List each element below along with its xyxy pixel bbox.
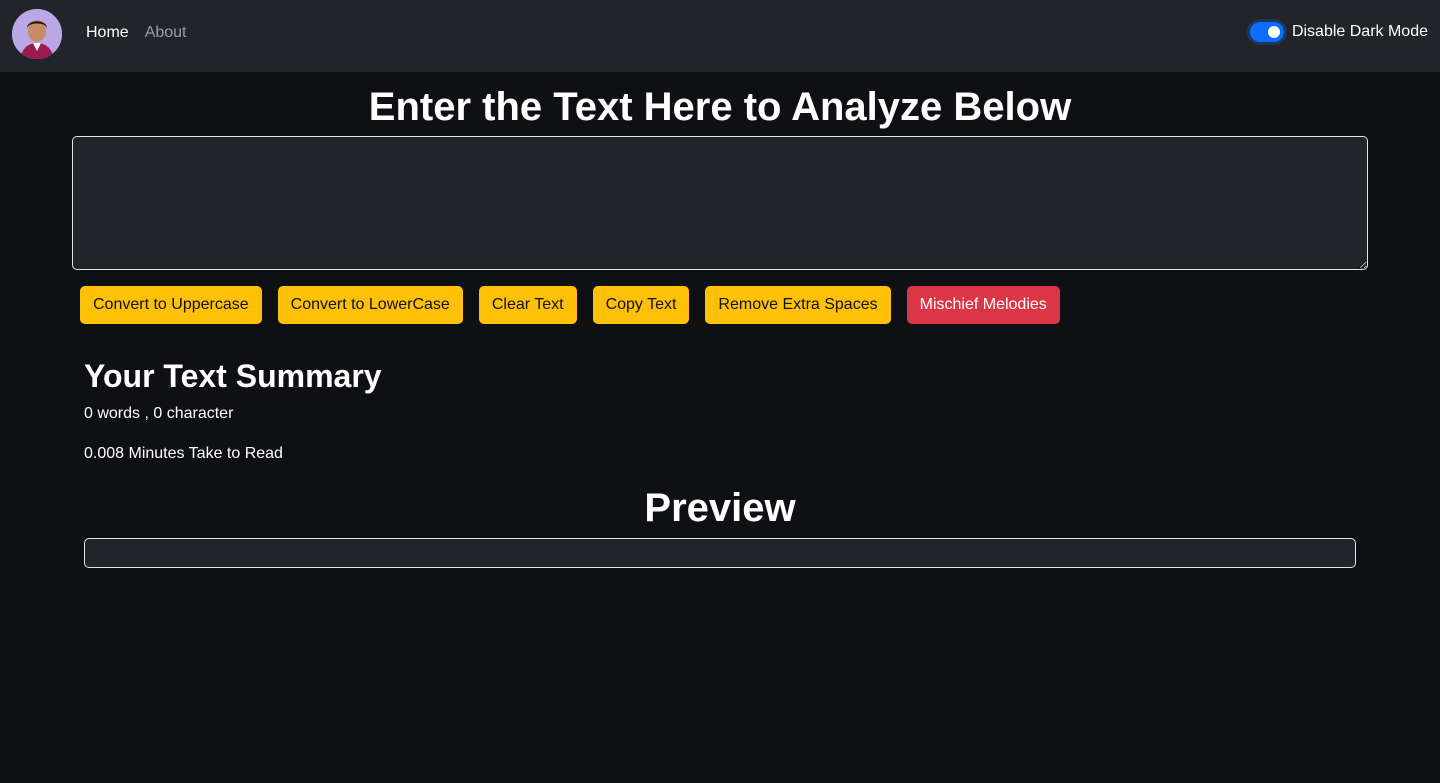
clear-text-button[interactable]: Clear Text bbox=[478, 286, 577, 324]
action-buttons: Convert to Uppercase Convert to LowerCas… bbox=[80, 286, 1060, 324]
dark-mode-switch: Disable Dark Mode bbox=[1249, 22, 1428, 42]
word-char-count: 0 words , 0 character bbox=[84, 405, 234, 422]
lowercase-button[interactable]: Convert to LowerCase bbox=[277, 286, 463, 324]
nav-link-home[interactable]: Home bbox=[86, 24, 129, 42]
read-time: 0.008 Minutes Take to Read bbox=[84, 445, 283, 462]
nav-link-about[interactable]: About bbox=[145, 24, 187, 42]
remove-spaces-button[interactable]: Remove Extra Spaces bbox=[705, 286, 891, 324]
preview-box bbox=[84, 538, 1356, 568]
navbar: Home About Disable Dark Mode bbox=[0, 0, 1440, 72]
preview-title: Preview bbox=[644, 486, 796, 530]
summary-title: Your Text Summary bbox=[84, 358, 382, 394]
toggle-knob bbox=[1267, 26, 1280, 38]
copy-text-button[interactable]: Copy Text bbox=[592, 286, 690, 324]
page-title: Enter the Text Here to Analyze Below bbox=[368, 85, 1072, 129]
text-input[interactable] bbox=[72, 136, 1368, 270]
dark-mode-toggle[interactable] bbox=[1249, 22, 1284, 42]
mischief-melodies-button[interactable]: Mischief Melodies bbox=[906, 286, 1060, 324]
dark-mode-label[interactable]: Disable Dark Mode bbox=[1292, 23, 1428, 41]
nav-links: Home About bbox=[86, 24, 187, 42]
avatar-image bbox=[12, 9, 62, 59]
uppercase-button[interactable]: Convert to Uppercase bbox=[80, 286, 262, 324]
avatar[interactable] bbox=[12, 9, 62, 59]
